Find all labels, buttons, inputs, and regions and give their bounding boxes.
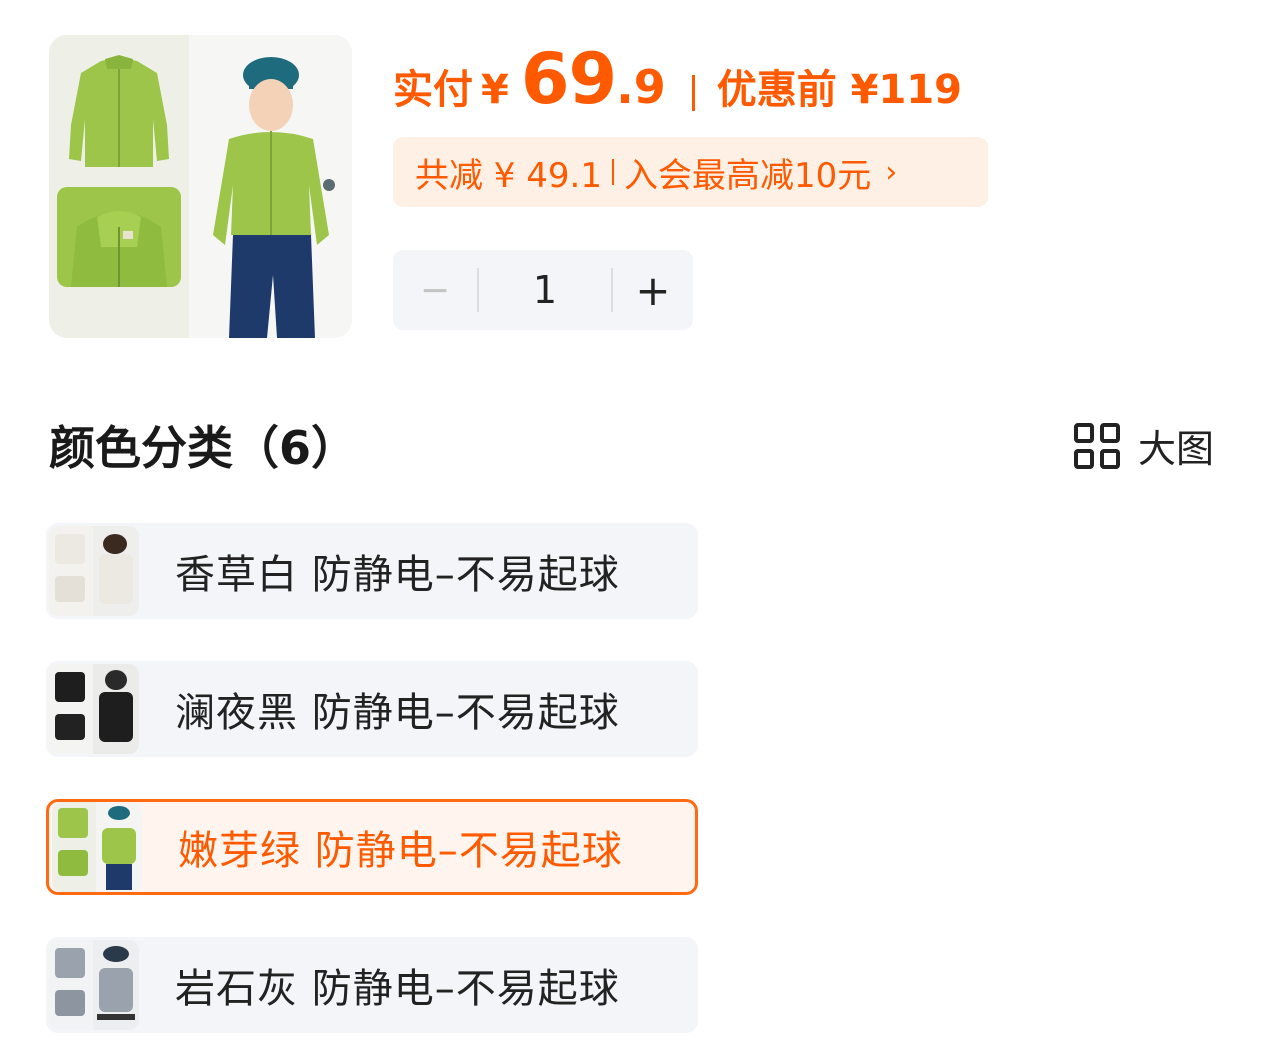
- chevron-right-icon: ›: [885, 154, 898, 190]
- increment-button[interactable]: +: [613, 266, 693, 315]
- price-label: 实付: [393, 67, 473, 113]
- color-option-rock-gray[interactable]: 岩石灰 防静电–不易起球: [46, 937, 698, 1033]
- big-view-toggle[interactable]: 大图: [1074, 418, 1214, 473]
- color-option-sprout-green[interactable]: 嫩芽绿 防静电–不易起球: [46, 799, 698, 895]
- total-discount: 共减 ¥ 49.1: [415, 155, 602, 196]
- price-row: 实付 ¥ 69 .9 优惠前 ¥119: [393, 38, 962, 128]
- option-label: 嫩芽绿 防静电–不易起球: [178, 828, 623, 874]
- currency-symbol: ¥: [481, 67, 509, 113]
- option-thumbnail: [49, 940, 139, 1030]
- product-image[interactable]: [49, 35, 352, 338]
- section-title: 颜色分类（6）: [49, 421, 358, 475]
- option-label: 香草白 防静电–不易起球: [175, 552, 620, 598]
- option-label: 澜夜黑 防静电–不易起球: [175, 690, 620, 736]
- discount-banner[interactable]: 共减 ¥ 49.1 入会最高减10元 ›: [393, 137, 988, 207]
- quantity-value[interactable]: 1: [479, 268, 611, 312]
- product-model-photo: [189, 35, 352, 338]
- option-thumbnail: [49, 664, 139, 754]
- member-discount: 入会最高减10元: [623, 155, 872, 196]
- price-divider: [691, 75, 695, 111]
- discount-divider: [611, 159, 614, 185]
- option-thumbnail: [52, 802, 142, 892]
- color-option-vanilla-white[interactable]: 香草白 防静电–不易起球: [46, 523, 698, 619]
- price-decimal: .9: [616, 60, 666, 114]
- color-option-night-black[interactable]: 澜夜黑 防静电–不易起球: [46, 661, 698, 757]
- grid-view-icon: [1074, 422, 1120, 469]
- big-view-label: 大图: [1138, 427, 1215, 471]
- original-price: 优惠前 ¥119: [716, 67, 963, 113]
- collar-detail-image: [57, 187, 181, 287]
- quantity-stepper: − 1 +: [393, 250, 693, 330]
- product-flatlay: [49, 35, 189, 338]
- jacket-image: [69, 55, 169, 167]
- price-integer: 69: [520, 38, 617, 120]
- option-thumbnail: [49, 526, 139, 616]
- decrement-button[interactable]: −: [393, 270, 477, 311]
- option-label: 岩石灰 防静电–不易起球: [175, 966, 620, 1012]
